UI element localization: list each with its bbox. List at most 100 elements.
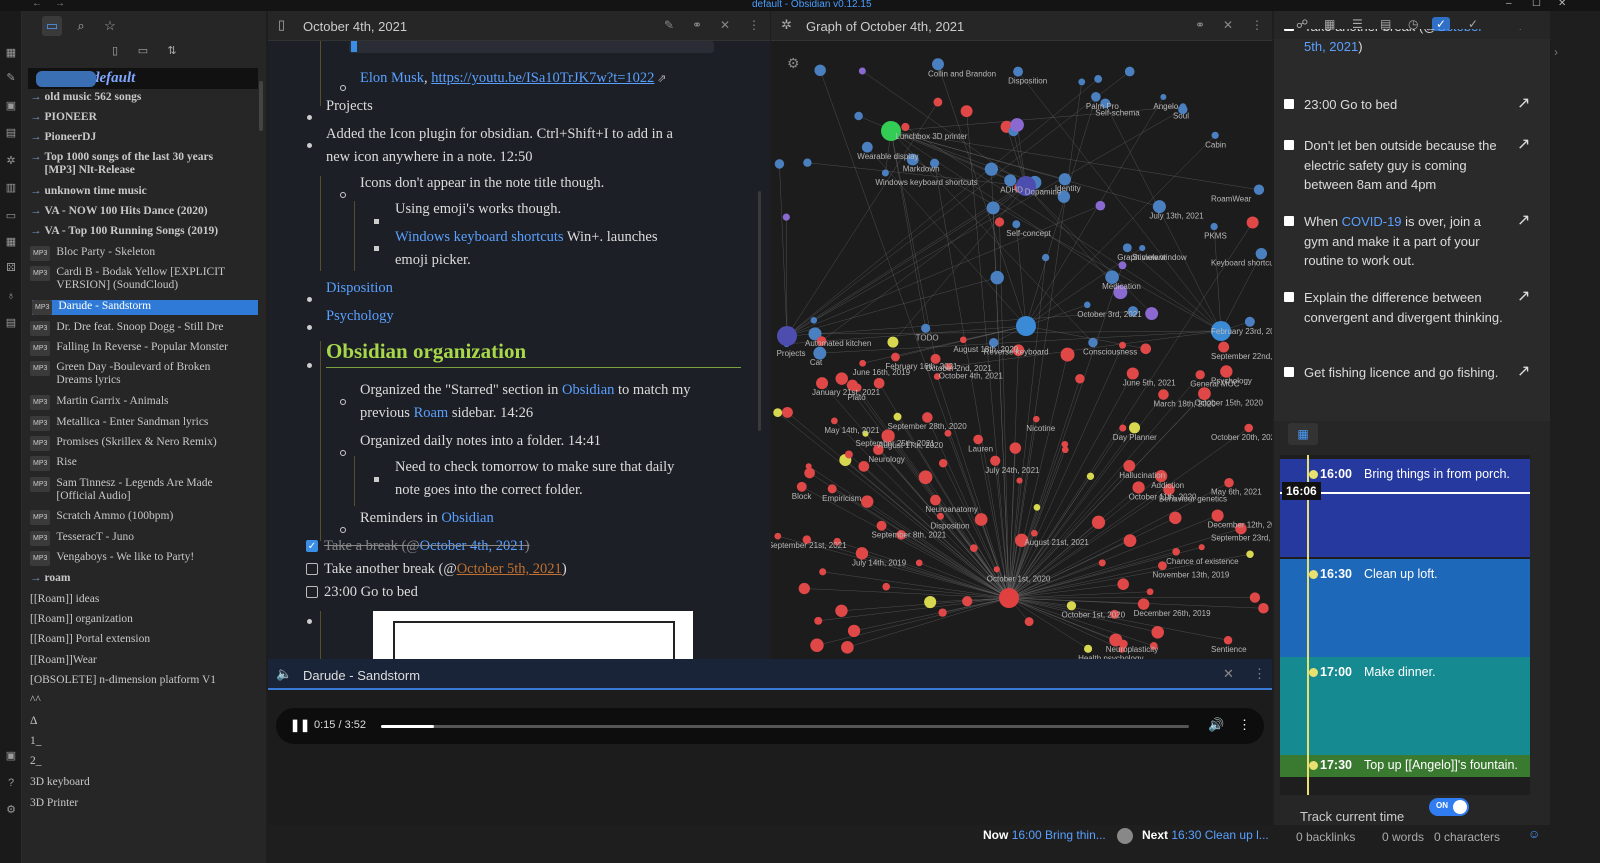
new-note-icon[interactable]: ▯ [105,41,125,61]
task-date-link-2[interactable]: October 5th, 2021 [457,561,562,577]
back-arrow-icon[interactable]: ← [32,0,42,9]
tree-mp3-file[interactable]: MP3 TesseracT - Juno [30,531,258,546]
tree-mp3-file[interactable]: MP3 Scratch Ammo (100bpm) [30,510,258,525]
tree-mp3-file[interactable]: MP3 Darude - Sandstorm [32,300,258,315]
pin-icon[interactable]: ✎ [4,71,18,85]
tree-folder[interactable]: → PioneerDJ [30,131,258,144]
windows-shortcuts-link[interactable]: Windows keyboard shortcuts [395,229,564,245]
tree-file[interactable]: [[Roam]] ideas [30,593,258,606]
open-task-icon[interactable]: ↗ [1517,362,1530,382]
graph-settings-gear-icon[interactable]: ⚙ [787,55,800,72]
scrollbar[interactable] [758,191,761,431]
task-checkbox[interactable] [1284,140,1294,150]
graph-icon[interactable]: ✲ [4,154,18,168]
calendar-icon[interactable]: ▦ [4,46,18,60]
sort-icon[interactable]: ⇅ [162,41,182,61]
link-icon[interactable]: ⚭ [692,18,702,32]
tree-file[interactable]: [[Roam]] Portal extension [30,633,258,646]
tree-file[interactable]: Δ [30,715,258,728]
open-task-icon[interactable]: ↗ [1517,211,1530,231]
maximize-icon[interactable]: ☐ [1532,0,1541,9]
more-options-icon[interactable]: ⋮ [748,18,760,32]
volume-icon[interactable]: 🔊 [1208,717,1224,733]
psychology-link[interactable]: Psychology [326,308,394,325]
settings-gear-icon[interactable]: ⚙ [4,803,18,817]
vault-icon[interactable]: ▣ [4,749,18,763]
task-checkbox[interactable] [306,586,318,598]
close-pane-icon[interactable]: ✕ [1223,666,1234,682]
tree-folder[interactable]: → VA - Top 100 Running Songs (2019) [30,225,258,238]
tree-mp3-file[interactable]: MP3 Promises (Skrillex & Nero Remix) [30,436,258,451]
youtube-url-link[interactable]: https://youtu.be/ISa10TrJK7w?t=1022 [431,70,654,86]
tree-mp3-file[interactable]: MP3 Bloc Party - Skeleton [30,246,258,261]
planner-block[interactable]: 17:00 Make dinner. [1280,657,1530,755]
tree-folder[interactable]: → roam [30,572,258,585]
tree-mp3-file[interactable]: MP3 Metallica - Enter Sandman lyrics [30,416,258,431]
tree-mp3-file[interactable]: MP3 Cardi B - Bodak Yellow [EXPLICIT VERS… [30,266,258,292]
tree-mp3-file[interactable]: MP3 Sam Tinnesz - Legends Are Made [Offic… [30,477,258,503]
new-folder-icon[interactable]: ▭ [133,41,153,61]
tree-folder[interactable]: → PIONEER [30,111,258,124]
forward-arrow-icon[interactable]: → [55,0,65,9]
chevron-right-icon[interactable]: › [1554,45,1558,59]
tree-file[interactable]: 3D keyboard [30,776,258,789]
search-icon[interactable]: ⌕ [71,16,91,36]
player-menu-icon[interactable]: ⋮ [1238,717,1251,733]
task-checkbox[interactable] [1284,292,1294,302]
edit-pencil-icon[interactable]: ✎ [664,18,674,32]
tree-folder[interactable]: → old music 562 songs [30,91,258,104]
tree-mp3-file[interactable]: MP3 Dr. Dre feat. Snoop Dogg - Still Dre [30,321,258,336]
open-task-icon[interactable]: ↗ [1517,287,1530,307]
tree-folder[interactable]: → unknown time music [30,185,258,198]
tree-folder[interactable]: → Top 1000 songs of the last 30 years [MP… [30,151,258,177]
tree-mp3-file[interactable]: MP3 Green Day -Boulevard of Broken Dreams… [30,361,258,387]
planner-block[interactable]: 16:30 Clean up loft. [1280,559,1530,657]
tree-mp3-file[interactable]: MP3 Martin Garrix - Animals [30,395,258,410]
minimize-icon[interactable]: – [1506,0,1512,9]
task-checkbox[interactable] [1284,99,1294,109]
track-time-toggle[interactable]: ON [1429,798,1469,816]
table-icon[interactable]: ▤ [4,316,18,330]
tree-mp3-file[interactable]: MP3 Vengaboys - We like to Party! [30,551,258,566]
daily-note-icon[interactable]: ▥ [4,181,18,195]
obsidian-reminders-link[interactable]: Obsidian [441,510,493,526]
tree-file[interactable]: 2_ [30,755,258,768]
file-explorer-tab-icon[interactable]: ▭ [42,16,62,36]
local-graph[interactable]: Self-conceptIdentitySelf-schemaReverse k… [771,41,1272,659]
tree-file[interactable]: [[Roam]] organization [30,613,258,626]
tree-file[interactable]: [[Roam]]Wear [30,654,258,667]
tree-file[interactable]: 1_ [30,735,258,748]
elon-link[interactable]: Elon Musk [360,70,424,86]
planner-block[interactable]: 16:00 Bring things in from porch. [1280,459,1530,557]
tree-mp3-file[interactable]: MP3 Falling In Reverse - Popular Monster [30,341,258,356]
planner-block[interactable]: 17:30 Top up [[Angelo]]'s fountain. [1280,755,1530,777]
seek-bar[interactable] [381,725,1189,728]
open-task-icon[interactable]: ↗ [1517,135,1530,155]
task-checkbox[interactable] [1284,29,1294,31]
microphone-icon[interactable]: ♁ [4,289,18,303]
task-checkbox-checked[interactable]: ✓ [306,540,318,552]
projects-link[interactable]: Projects [326,98,373,115]
folder-icon[interactable]: ▭ [4,209,18,223]
disposition-link[interactable]: Disposition [326,280,393,297]
task-link[interactable]: COVID-19 [1342,214,1402,229]
vault-name-row[interactable]: default [28,68,258,89]
task-checkbox[interactable] [306,563,318,575]
close-pane-icon[interactable]: ✕ [1223,18,1233,32]
more-options-icon[interactable]: ⋮ [1251,18,1263,32]
file-tree-scrollbar[interactable] [259,81,263,131]
file-icon[interactable]: ▤ [4,126,18,140]
obsidian-link[interactable]: Obsidian [562,382,614,398]
plugin-icon[interactable]: ▦ [4,235,18,249]
close-window-icon[interactable]: ✕ [1558,0,1566,9]
pause-icon[interactable]: ❚❚ [290,718,310,732]
day-planner-calendar-icon[interactable]: ▦ [1288,423,1318,445]
open-task-icon[interactable]: ↗ [1517,29,1530,36]
link-icon[interactable]: ⚭ [1195,18,1205,32]
tree-folder[interactable]: → VA - NOW 100 Hits Dance (2020) [30,205,258,218]
task-checkbox[interactable] [1284,216,1294,226]
tree-file[interactable]: ^^ [30,694,258,707]
roam-link[interactable]: Roam [414,405,449,421]
close-pane-icon[interactable]: ✕ [720,18,730,32]
task-checkbox[interactable] [1284,367,1294,377]
